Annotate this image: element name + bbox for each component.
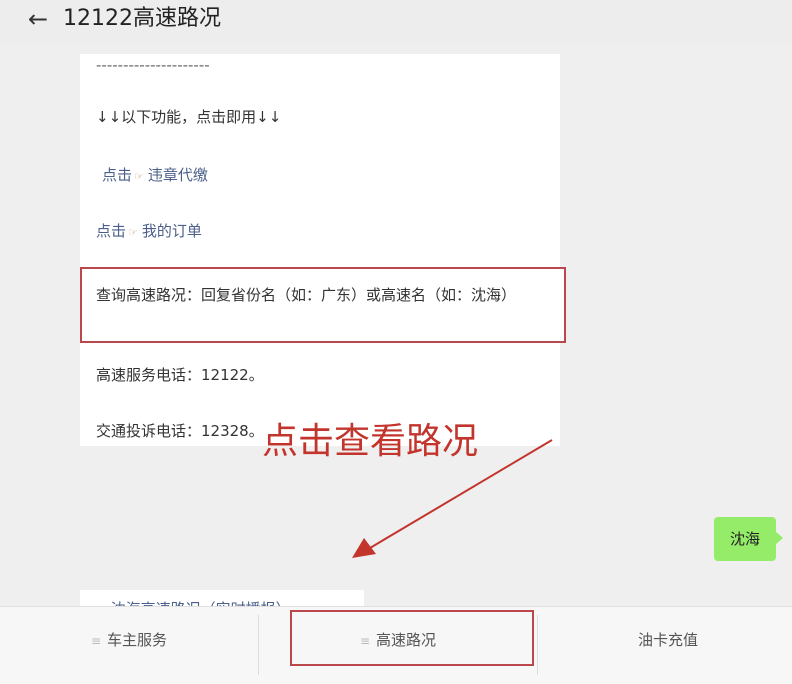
menu-label: 车主服务 xyxy=(107,631,168,649)
link-prefix: 点击 xyxy=(102,166,133,184)
menu-item-owner-service[interactable]: ≡ 车主服务 xyxy=(0,607,258,673)
features-heading: ↓↓以下功能，点击即用↓↓ xyxy=(96,108,282,126)
complaint-phone: 交通投诉电话：12328。 xyxy=(96,422,264,440)
menu-item-fuel-card[interactable]: 油卡充值 xyxy=(538,607,792,673)
link-label: 违章代缴 xyxy=(147,166,208,184)
pointing-hand-icon: ☞ xyxy=(128,226,138,239)
link-my-orders[interactable]: 点击 ☞ 我的订单 xyxy=(96,220,202,241)
divider-dashes: --------------------- xyxy=(96,56,210,74)
pointing-hand-icon: ☞ xyxy=(134,170,144,183)
query-instructions: 查询高速路况：回复省份名（如：广东）或高速名（如：沈海） xyxy=(96,286,517,304)
service-phone: 高速服务电话：12122。 xyxy=(96,366,264,384)
message-bubble-menu: --------------------- ↓↓以下功能，点击即用↓↓ 点击 ☞ 违… xyxy=(80,54,566,446)
link-label: 我的订单 xyxy=(141,222,202,240)
annotation-text: 点击查看路况 xyxy=(262,421,479,462)
menu-label: 油卡充值 xyxy=(637,631,698,649)
menu-lines-icon: ≡ xyxy=(90,634,102,648)
highlight-box-menu xyxy=(290,610,534,666)
page-title: 12122高速路况 xyxy=(63,6,221,31)
link-violation-payment[interactable]: 点击 ☞ 违章代缴 xyxy=(102,164,208,185)
user-message-bubble: 沈海 xyxy=(714,517,783,561)
chat-area: --------------------- ↓↓以下功能，点击即用↓↓ 点击 ☞ 违… xyxy=(0,44,792,626)
top-bar: ← 12122高速路况 xyxy=(0,0,792,44)
link-prefix: 点击 xyxy=(96,222,127,240)
back-arrow-icon[interactable]: ← xyxy=(28,5,48,33)
